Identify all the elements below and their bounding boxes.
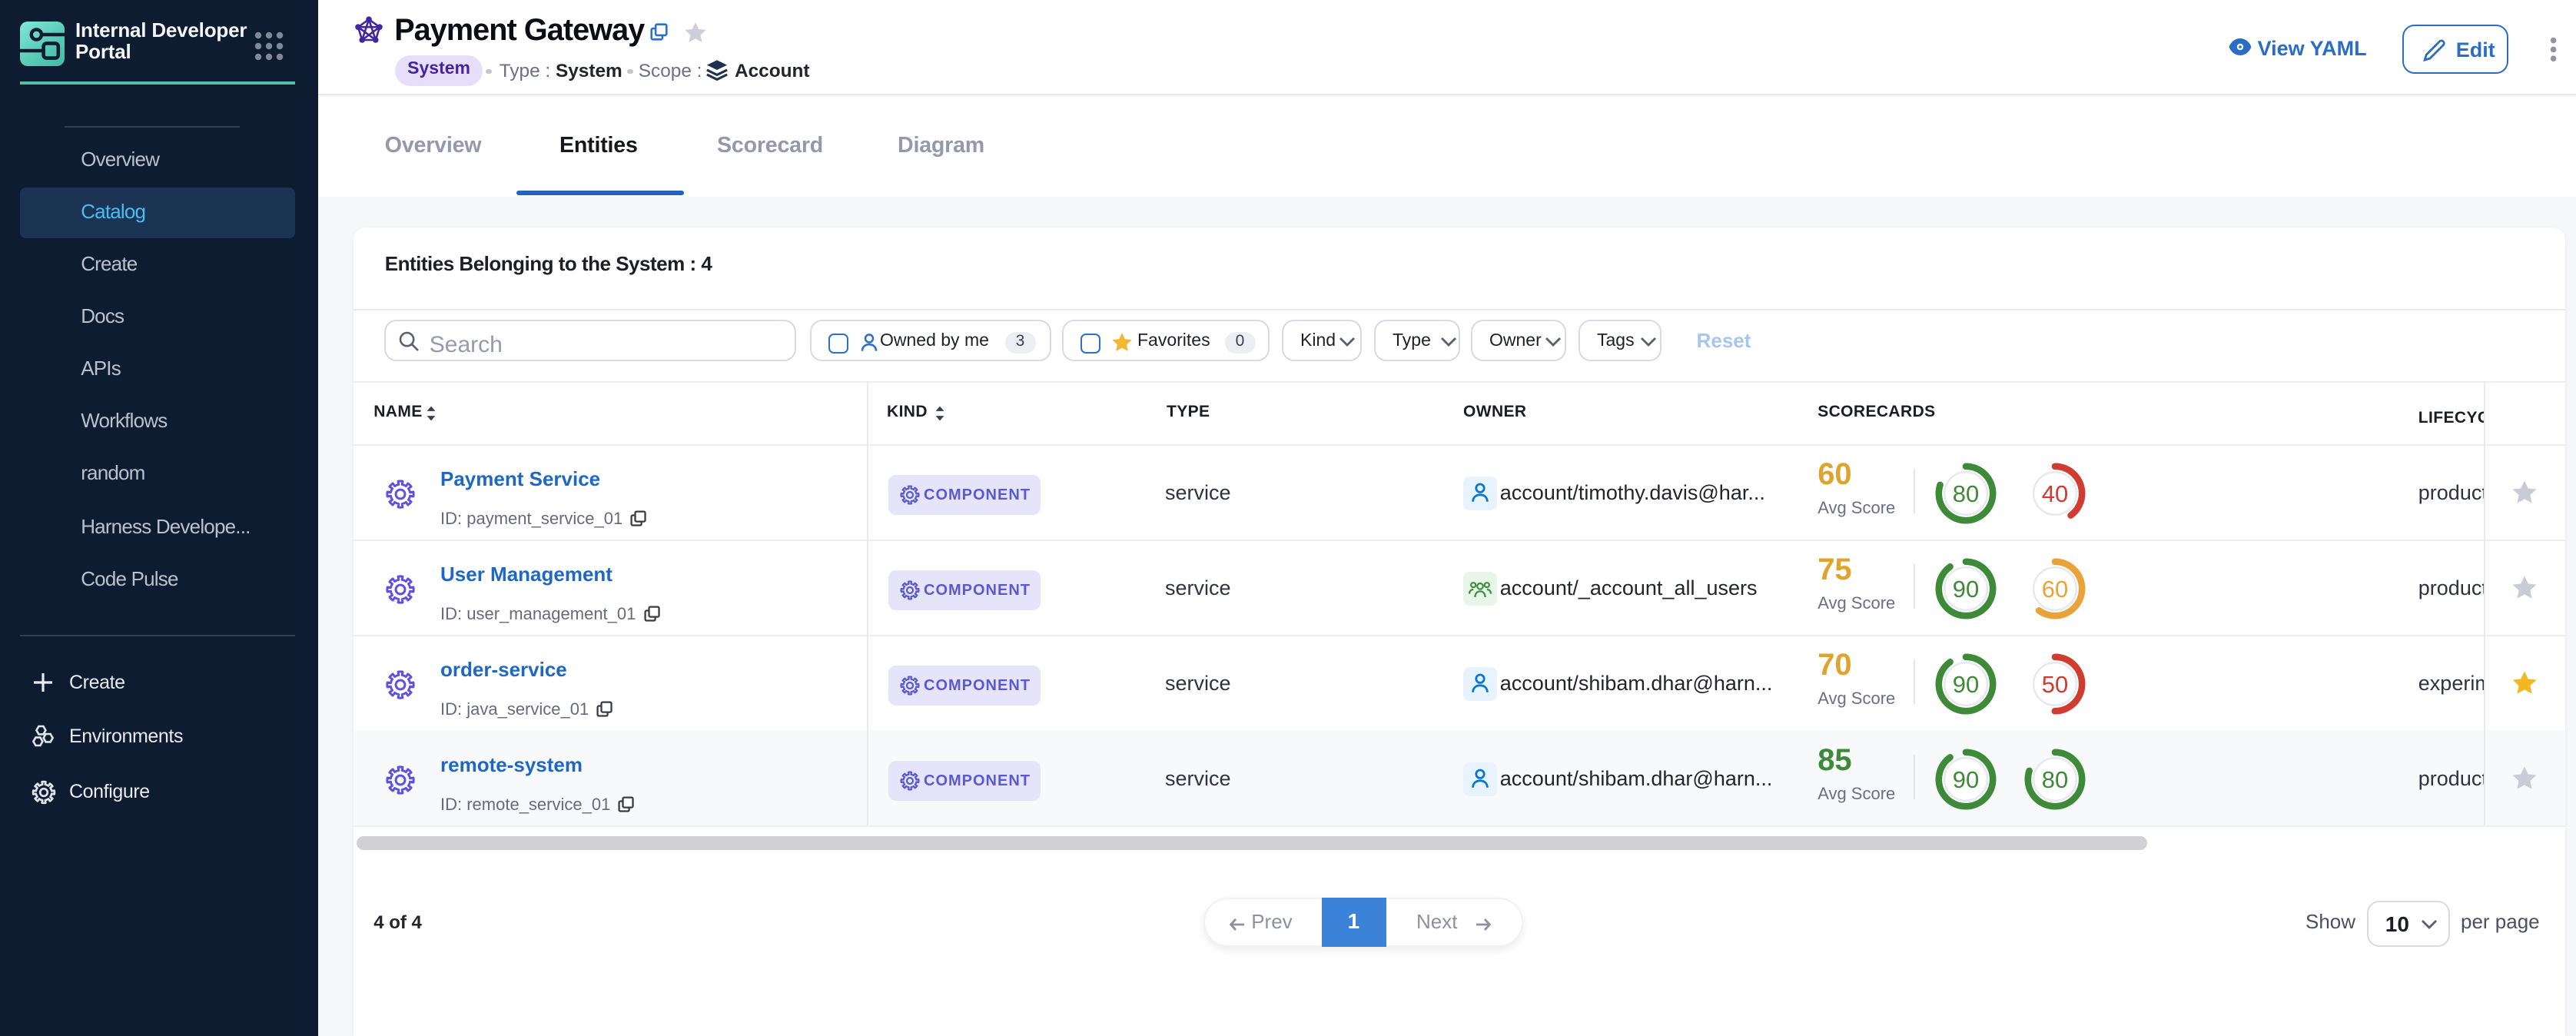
- svg-text:40: 40: [2041, 480, 2067, 507]
- svg-text:60: 60: [2041, 576, 2067, 603]
- svg-text:50: 50: [2041, 671, 2067, 698]
- svg-text:80: 80: [1952, 480, 1978, 507]
- svg-text:90: 90: [1952, 576, 1978, 603]
- svg-text:90: 90: [1952, 671, 1978, 698]
- svg-text:80: 80: [2041, 766, 2067, 793]
- svg-text:90: 90: [1952, 766, 1978, 793]
